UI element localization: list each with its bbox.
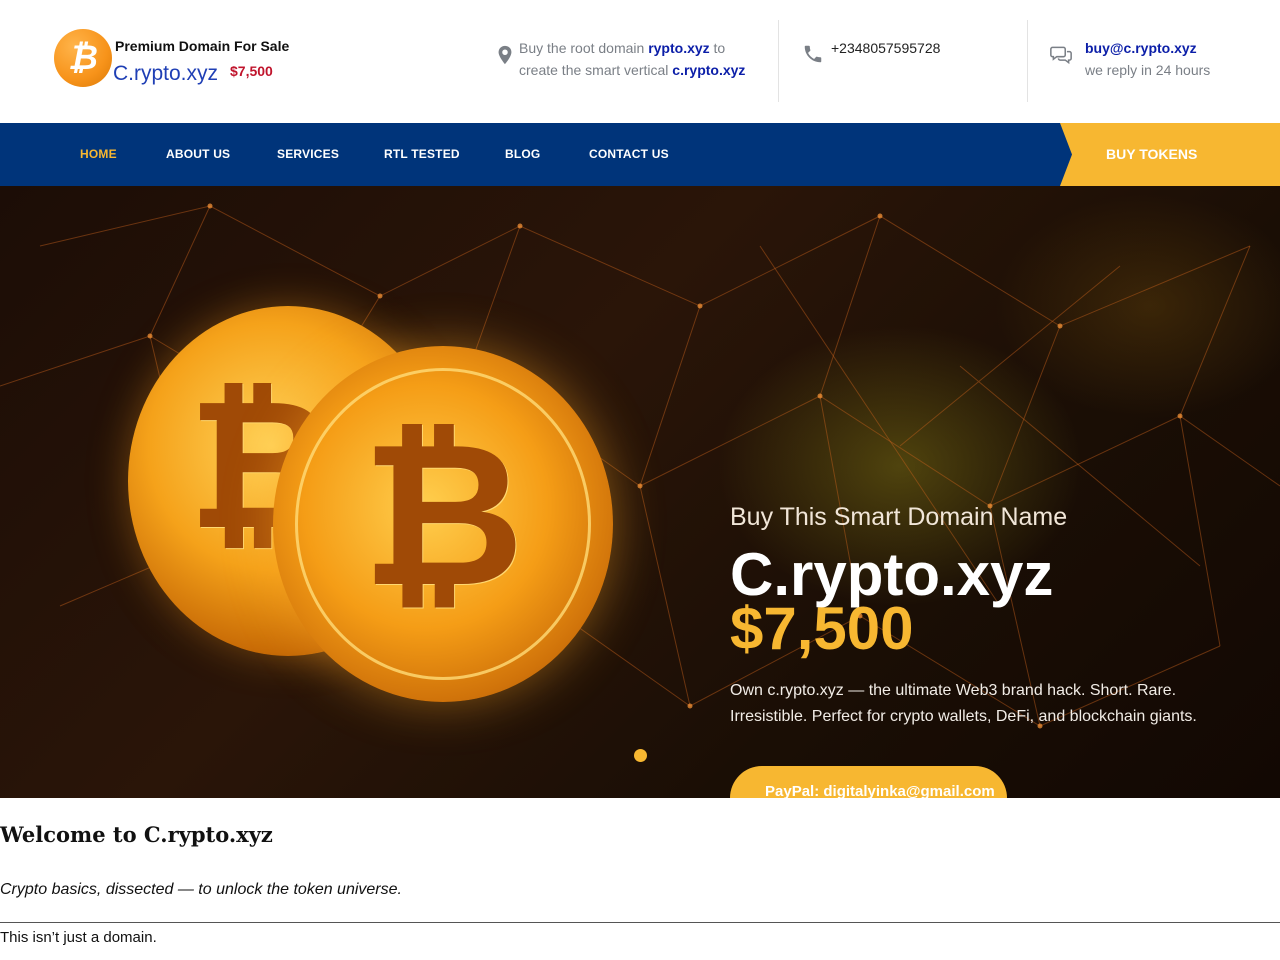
nav-contact-us[interactable]: CONTACT US xyxy=(589,123,669,186)
body-text: This isn’t just a domain. xyxy=(0,929,157,946)
buy-tokens-label: BUY TOKENS xyxy=(1106,146,1198,162)
map-pin-icon xyxy=(498,45,512,65)
welcome-tagline: Crypto basics, dissected — to unlock the… xyxy=(0,881,402,898)
header-divider xyxy=(778,20,779,102)
bitcoin-logo-icon: ₿ xyxy=(54,29,112,87)
hero-description: Own c.rypto.xyz — the ultimate Web3 bran… xyxy=(730,682,1197,725)
reply-note: we reply in 24 hours xyxy=(1085,62,1211,78)
bitcoin-coin-front-image: ₿ xyxy=(273,346,613,702)
vertical-domain-link[interactable]: c.rypto.xyz xyxy=(672,62,745,78)
top-header: ₿ Premium Domain For Sale C.rypto.xyz $7… xyxy=(0,0,1280,123)
email-link[interactable]: buy@c.rypto.xyz xyxy=(1085,40,1197,56)
location-text-line2: create the smart vertical xyxy=(519,62,669,78)
logo-domain-name: C.rypto.xyz xyxy=(113,62,219,85)
hero-price: $7,500 xyxy=(730,595,914,662)
nav-blog[interactable]: BLOG xyxy=(505,123,540,186)
slider-dot[interactable] xyxy=(634,749,647,762)
paypal-button[interactable]: PayPal: digitalyinka@gmail.com xyxy=(730,766,1007,798)
location-text-pre: Buy the root domain xyxy=(519,40,645,56)
hero-subtitle: Buy This Smart Domain Name xyxy=(730,503,1068,531)
root-domain-link[interactable]: rypto.xyz xyxy=(648,40,709,56)
nav-about-us[interactable]: ABOUT US xyxy=(166,123,230,186)
logo-tagline: Premium Domain For Sale xyxy=(115,38,290,54)
buy-tokens-button[interactable]: BUY TOKENS xyxy=(1060,123,1280,186)
location-text-mid: to xyxy=(713,40,726,56)
phone-icon xyxy=(804,45,822,63)
header-divider xyxy=(1027,20,1028,102)
paypal-button-label: PayPal: digitalyinka@gmail.com xyxy=(765,783,995,798)
welcome-heading: Welcome to C.rypto.xyz xyxy=(0,822,273,847)
hero-slider: ₿ ₿ Buy This Smart Domain Name C.rypto.x… xyxy=(0,186,1280,798)
logo-price: $7,500 xyxy=(230,63,273,79)
site-logo[interactable]: ₿ Premium Domain For Sale C.rypto.xyz $7… xyxy=(54,29,294,89)
nav-home[interactable]: HOME xyxy=(80,123,117,186)
nav-services[interactable]: SERVICES xyxy=(277,123,339,186)
content-divider xyxy=(0,922,1280,923)
phone-number[interactable]: +2348057595728 xyxy=(831,37,1021,59)
chat-bubbles-icon xyxy=(1050,46,1072,65)
nav-rtl-tested[interactable]: RTL TESTED xyxy=(384,123,460,186)
